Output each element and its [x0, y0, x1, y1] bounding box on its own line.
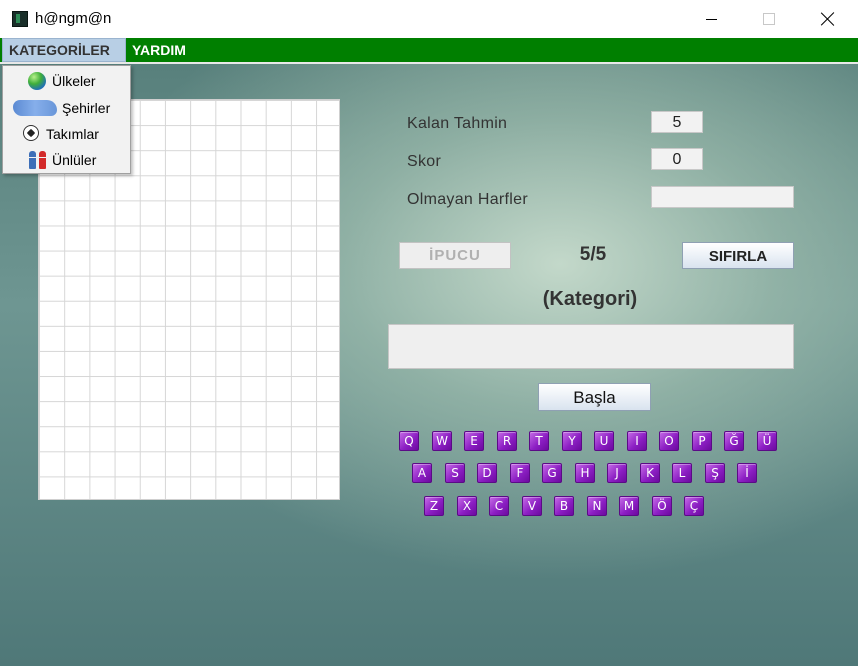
key-w[interactable]: W [432, 431, 452, 451]
basla-button[interactable]: Başla [538, 383, 651, 411]
key-x[interactable]: X [457, 496, 477, 516]
close-icon [821, 12, 835, 26]
key-o[interactable]: O [659, 431, 679, 451]
dropdown-item-ulkeler[interactable]: Ülkeler [3, 68, 130, 94]
key-n[interactable]: N [587, 496, 607, 516]
kategoriler-dropdown: Ülkeler Şehirler Takımlar Ünlüler [2, 65, 131, 174]
dropdown-item-unluler[interactable]: Ünlüler [3, 147, 130, 173]
skor-label: Skor [407, 153, 442, 170]
key-e[interactable]: E [464, 431, 484, 451]
person-male-icon [29, 151, 36, 169]
key-t[interactable]: T [529, 431, 549, 451]
kalan-tahmin-label: Kalan Tahmin [407, 115, 508, 132]
key-ş[interactable]: Ş [705, 463, 725, 483]
key-f[interactable]: F [510, 463, 530, 483]
window-title: h@ngm@n [35, 10, 112, 27]
app-icon [12, 11, 28, 27]
ipucu-button[interactable]: İPUCU [399, 242, 511, 269]
dropdown-item-label: Takımlar [46, 126, 99, 142]
key-m[interactable]: M [619, 496, 639, 516]
key-ğ[interactable]: Ğ [724, 431, 744, 451]
soccer-ball-icon [23, 125, 39, 141]
key-ç[interactable]: Ç [684, 496, 704, 516]
minimize-button[interactable] [682, 0, 740, 38]
key-k[interactable]: K [640, 463, 660, 483]
dropdown-item-label: Ülkeler [52, 73, 96, 89]
menu-bar: KATEGORİLER YARDIM [0, 38, 858, 64]
skor-value: 0 [651, 148, 703, 170]
key-u[interactable]: U [594, 431, 614, 451]
dropdown-item-sehirler[interactable]: Şehirler [3, 95, 130, 121]
kalan-tahmin-value: 5 [651, 111, 703, 133]
dropdown-item-takimlar[interactable]: Takımlar [3, 121, 130, 147]
hint-counter: 5/5 [579, 244, 607, 265]
key-q[interactable]: Q [399, 431, 419, 451]
key-i[interactable]: I [627, 431, 647, 451]
people-icon [28, 151, 50, 169]
menu-kategoriler[interactable]: KATEGORİLER [2, 38, 126, 62]
word-display [388, 324, 794, 369]
key-r[interactable]: R [497, 431, 517, 451]
key-l[interactable]: L [672, 463, 692, 483]
key-i̇[interactable]: İ [737, 463, 757, 483]
key-h[interactable]: H [575, 463, 595, 483]
key-ö[interactable]: Ö [652, 496, 672, 516]
key-v[interactable]: V [522, 496, 542, 516]
dropdown-item-label: Ünlüler [52, 152, 97, 168]
olmayan-harfler-field [651, 186, 794, 208]
key-z[interactable]: Z [424, 496, 444, 516]
key-ü[interactable]: Ü [757, 431, 777, 451]
sifirla-button[interactable]: SIFIRLA [682, 242, 794, 269]
olmayan-harfler-label: Olmayan Harfler [407, 191, 528, 208]
globe-icon [28, 72, 46, 90]
maximize-icon [763, 13, 775, 25]
key-y[interactable]: Y [562, 431, 582, 451]
person-female-icon [39, 151, 46, 169]
minimize-icon [705, 18, 717, 20]
key-p[interactable]: P [692, 431, 712, 451]
category-label: (Kategori) [542, 288, 638, 310]
key-g[interactable]: G [542, 463, 562, 483]
key-d[interactable]: D [477, 463, 497, 483]
app-window: h@ngm@n KATEGORİLER YARDIM Ülkeler Şehir… [0, 0, 858, 666]
maximize-button[interactable] [740, 0, 798, 38]
menu-yardim[interactable]: YARDIM [126, 38, 192, 62]
key-s[interactable]: S [445, 463, 465, 483]
map-icon [13, 100, 57, 116]
key-a[interactable]: A [412, 463, 432, 483]
close-button[interactable] [799, 0, 857, 38]
key-c[interactable]: C [489, 496, 509, 516]
key-b[interactable]: B [554, 496, 574, 516]
key-j[interactable]: J [607, 463, 627, 483]
dropdown-item-label: Şehirler [62, 100, 111, 116]
title-bar: h@ngm@n [0, 0, 858, 38]
